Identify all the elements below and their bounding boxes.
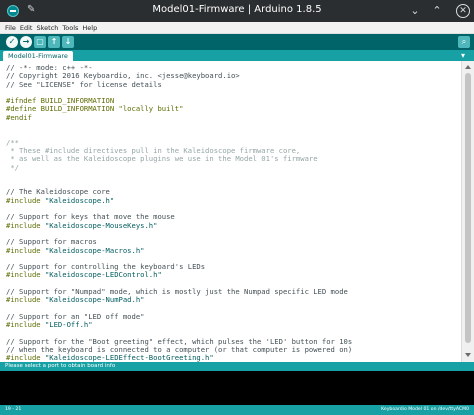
code-line: #endif xyxy=(6,112,32,122)
open-button[interactable]: ↑ xyxy=(48,36,60,48)
code-text: // -*- mode: c++ -*-// Copyright 2016 Ke… xyxy=(6,63,352,362)
chevron-down-icon: ▾ xyxy=(461,51,466,60)
console-output[interactable] xyxy=(0,371,474,405)
minimize-button[interactable]: ⌄ xyxy=(406,2,424,20)
save-button[interactable]: ↓ xyxy=(62,36,74,48)
vertical-scrollbar[interactable] xyxy=(461,61,474,362)
menu-tools[interactable]: Tools xyxy=(62,22,78,34)
status-message: Please select a port to obtain board inf… xyxy=(0,362,474,371)
menu-edit[interactable]: Edit xyxy=(20,22,33,34)
check-icon: ✓ xyxy=(8,37,16,46)
code-line: #include "LED-Off.h" xyxy=(6,320,93,330)
tab-strip: Model01-Firmware ▾ xyxy=(0,50,474,61)
code-line: #include "Kaleidoscope.h" xyxy=(6,195,115,205)
menu-bar: File Edit Sketch Tools Help xyxy=(0,22,474,34)
code-line: #include "Kaleidoscope-NumPad.h" xyxy=(6,295,145,305)
new-file-icon: ▢ xyxy=(36,37,44,46)
tab-model01-firmware[interactable]: Model01-Firmware xyxy=(3,51,73,61)
arrow-down-icon: ↓ xyxy=(64,37,72,46)
code-line: #include "Kaleidoscope-LEDControl.h" xyxy=(6,270,162,280)
title-bar: ✎ Model01-Firmware | Arduino 1.8.5 ⌄ ⌃ ✕ xyxy=(0,0,474,22)
code-line: #include "Kaleidoscope-MouseKeys.h" xyxy=(6,220,158,230)
status-footer: 19 - 21 Keyboardio Model 01 on /dev/ttyA… xyxy=(0,405,474,415)
window-title: Model01-Firmware | Arduino 1.8.5 xyxy=(152,4,322,15)
menu-sketch[interactable]: Sketch xyxy=(36,22,58,34)
code-line: // See "LICENSE" for license details xyxy=(6,79,162,89)
code-line: #define BUILD_INFORMATION "locally built… xyxy=(6,104,184,114)
code-line: */ xyxy=(6,162,19,172)
serial-monitor-button[interactable]: ⌕ xyxy=(458,36,470,48)
new-button[interactable]: ▢ xyxy=(34,36,46,48)
maximize-button[interactable]: ⌃ xyxy=(428,2,446,20)
toolbar: ✓ → ▢ ↑ ↓ ⌕ xyxy=(0,34,474,50)
magnifier-icon: ⌕ xyxy=(461,37,467,46)
scroll-down-icon[interactable] xyxy=(465,353,471,357)
arrow-right-icon: → xyxy=(22,37,30,46)
upload-button[interactable]: → xyxy=(20,36,32,48)
scroll-up-icon[interactable] xyxy=(465,65,471,69)
board-info: Keyboardio Model 01 on /dev/ttyACM0 xyxy=(381,407,469,412)
scroll-thumb[interactable] xyxy=(465,73,471,343)
close-button[interactable]: ✕ xyxy=(454,2,472,20)
code-editor[interactable]: // -*- mode: c++ -*-// Copyright 2016 Ke… xyxy=(0,61,461,362)
code-line: * as well as the Kaleidoscope plugins we… xyxy=(6,154,318,164)
menu-help[interactable]: Help xyxy=(82,22,97,34)
arrow-up-icon: ↑ xyxy=(50,37,58,46)
verify-button[interactable]: ✓ xyxy=(6,36,18,48)
menu-file[interactable]: File xyxy=(5,22,16,34)
tab-menu-button[interactable]: ▾ xyxy=(461,50,465,61)
code-line: #include "Kaleidoscope-Macros.h" xyxy=(6,245,145,255)
code-line: #include "Kaleidoscope-LEDEffect-BootGre… xyxy=(6,353,214,362)
line-position: 19 - 21 xyxy=(5,407,22,412)
close-icon: ✕ xyxy=(456,4,470,18)
